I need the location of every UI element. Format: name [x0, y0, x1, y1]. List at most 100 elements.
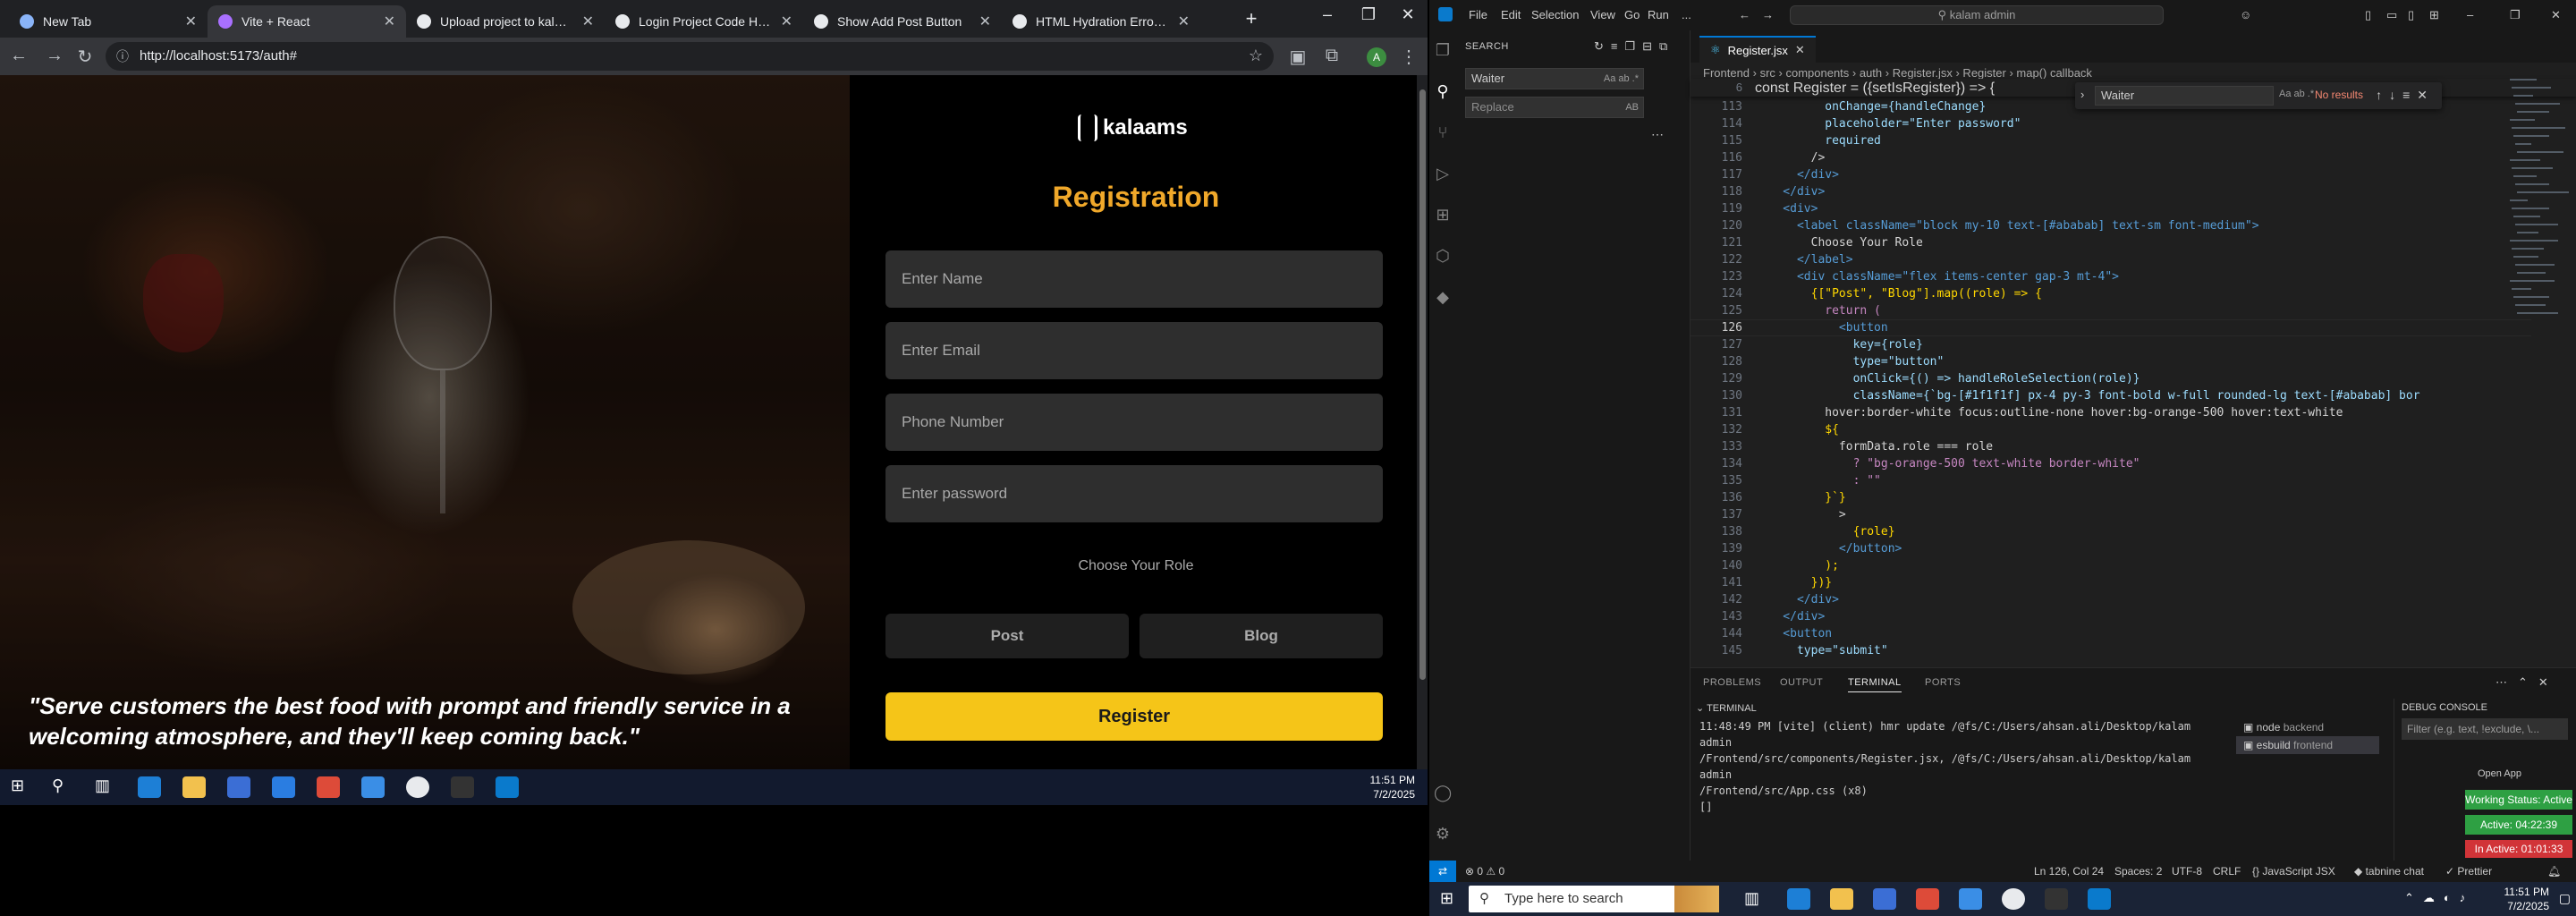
code-line[interactable]: {["Post", "Blog"].map((role) => { — [1755, 287, 2042, 301]
edge-icon[interactable] — [1787, 888, 1810, 910]
editor-tab-register-jsx[interactable]: ⚛ Register.jsx ✕ — [1699, 36, 1816, 63]
prettier-status[interactable]: ✓ Prettier — [2445, 865, 2492, 878]
windows-start-icon[interactable]: ⊞ — [11, 776, 34, 798]
close-icon[interactable]: ✕ — [781, 13, 792, 30]
nav-back-icon[interactable]: ← — [1739, 8, 1750, 21]
extension-icon[interactable]: ▣ — [1286, 46, 1309, 68]
source-control-icon[interactable]: ⑂ — [1434, 123, 1452, 141]
find-input[interactable]: Waiter — [2095, 86, 2274, 106]
code-line[interactable]: placeholder="Enter password" — [1755, 117, 2021, 131]
chatgpt-taskbar-icon[interactable] — [2002, 888, 2025, 910]
chevron-down-icon[interactable]: ⌄ — [1696, 703, 1707, 714]
encoding-status[interactable]: UTF-8 — [2172, 865, 2202, 878]
close-window-button[interactable]: ✕ — [2551, 8, 2561, 22]
find-nav-buttons[interactable]: ↑↓≡✕ — [2376, 88, 2435, 103]
notification-center-icon[interactable]: ▢ — [2559, 891, 2571, 906]
extensions-icon[interactable]: ⊞ — [1434, 206, 1452, 224]
close-icon[interactable]: ✕ — [979, 13, 991, 30]
code-line[interactable]: </div> — [1755, 610, 1825, 623]
phone-input[interactable]: Phone Number — [886, 394, 1383, 451]
tab-show-add-post[interactable]: Show Add Post Button ✕ — [803, 5, 1002, 38]
store-icon[interactable] — [1873, 888, 1896, 910]
search-icon[interactable]: ⚲ — [52, 776, 75, 798]
windows-start-icon[interactable]: ⊞ — [1440, 889, 1453, 908]
close-window-button[interactable]: ✕ — [1390, 5, 1426, 24]
run-debug-icon[interactable]: ▷ — [1434, 165, 1452, 182]
bookmark-star-icon[interactable]: ☆ — [1249, 47, 1263, 65]
close-icon[interactable]: ✕ — [1795, 43, 1805, 57]
email-input[interactable]: Enter Email — [886, 322, 1383, 379]
role-post-button[interactable]: Post — [886, 614, 1129, 658]
debug-filter-input[interactable]: Filter (e.g. text, !exclude, \... — [2402, 718, 2568, 740]
close-icon[interactable]: ✕ — [185, 13, 197, 30]
code-line[interactable]: <label className="block my-10 text-[#aba… — [1755, 219, 2259, 233]
remote-explorer-icon[interactable]: ⬡ — [1434, 247, 1452, 265]
code-line[interactable]: key={role} — [1755, 338, 1923, 352]
code-line[interactable]: ${ — [1755, 423, 1839, 437]
code-line[interactable]: required — [1755, 134, 1881, 148]
system-tray-icons[interactable]: ⌃☁◐♪ — [2404, 891, 2474, 905]
problems-status[interactable]: ⊗ 0 ⚠ 0 — [1465, 865, 1504, 878]
code-line[interactable]: /> — [1755, 151, 1826, 165]
more-menu-icon[interactable]: ⋮ — [1397, 46, 1420, 68]
working-status-badge[interactable]: Working Status: Active — [2465, 790, 2572, 810]
code-line[interactable]: ); — [1755, 559, 1839, 572]
tab-upload-project[interactable]: Upload project to kalams.org ✕ — [406, 5, 605, 38]
menu-more[interactable]: ... — [1682, 8, 1691, 21]
chrome-taskbar-icon[interactable] — [317, 776, 340, 798]
minimize-button[interactable]: – — [1309, 5, 1345, 24]
code-line[interactable]: hover:border-white focus:outline-none ho… — [1755, 406, 2343, 420]
code-line[interactable]: {role} — [1755, 525, 1895, 539]
code-line[interactable]: </label> — [1755, 253, 1853, 267]
menu-go[interactable]: Go — [1624, 8, 1640, 21]
language-mode[interactable]: {} JavaScript JSX — [2252, 865, 2335, 878]
task-view-icon[interactable]: ▥ — [1744, 889, 1759, 908]
tab-vite-react[interactable]: Vite + React ✕ — [208, 5, 406, 38]
nav-forward-icon[interactable]: → — [1762, 8, 1774, 21]
vscode-taskbar-icon[interactable] — [2088, 888, 2111, 910]
active-time-badge[interactable]: Active: 04:22:39 — [2465, 815, 2572, 835]
explorer-icon[interactable]: ❐ — [1434, 41, 1452, 59]
password-input[interactable]: Enter password — [886, 465, 1383, 522]
code-line[interactable]: type="button" — [1755, 355, 1945, 369]
menu-selection[interactable]: Selection — [1531, 8, 1579, 21]
code-line[interactable]: <button — [1755, 321, 1888, 335]
panel-tab-output[interactable]: OUTPUT — [1780, 677, 1823, 688]
eol-status[interactable]: CRLF — [2213, 865, 2241, 878]
code-line[interactable]: })} — [1755, 576, 1832, 589]
forward-icon[interactable]: → — [43, 46, 66, 66]
profile-avatar[interactable]: A — [1367, 47, 1386, 67]
code-line[interactable]: return ( — [1755, 304, 1881, 318]
terminal-taskbar-icon[interactable] — [2045, 888, 2068, 910]
account-icon[interactable]: ◯ — [1434, 784, 1452, 802]
code-line[interactable]: }`} — [1755, 491, 1845, 505]
code-line[interactable]: formData.role === role — [1755, 440, 1993, 454]
back-icon[interactable]: ← — [7, 46, 30, 66]
maximize-button[interactable]: ❐ — [1351, 5, 1386, 24]
copilot-icon[interactable]: ☺ — [2240, 8, 2251, 21]
tab-new-tab[interactable]: New Tab ✕ — [9, 5, 208, 38]
reload-icon[interactable]: ↻ — [73, 46, 97, 68]
code-line[interactable]: </div> — [1755, 593, 1839, 606]
toggle-panel-icon[interactable]: ▭ — [2386, 8, 2397, 22]
code-line[interactable]: <div> — [1755, 202, 1818, 216]
taskbar-clock[interactable]: 11:51 PM 7/2/2025 — [2504, 885, 2549, 913]
chatgpt-taskbar-icon[interactable] — [406, 776, 429, 798]
panel-tab-ports[interactable]: PORTS — [1925, 677, 1961, 688]
terminal-output[interactable]: 11:48:49 PM [vite] (client) hmr update /… — [1699, 718, 2227, 815]
app-taskbar-icon[interactable] — [1959, 888, 1982, 910]
command-center[interactable]: ⚲ kalam admin — [1790, 5, 2164, 25]
terminal-item-node[interactable]: ▣ node backend — [2236, 718, 2379, 736]
code-line[interactable]: : "" — [1755, 474, 1881, 488]
chrome-taskbar-icon[interactable] — [1916, 888, 1939, 910]
search-view-icon[interactable]: ⚲ — [1434, 82, 1452, 100]
site-info-icon[interactable]: ⓘ — [116, 47, 129, 65]
code-editor[interactable]: 113 onChange={handleChange} 114 placehold… — [1690, 97, 2531, 669]
vscode-taskbar-icon[interactable] — [496, 776, 519, 798]
minimize-button[interactable]: – — [2467, 8, 2473, 21]
code-line[interactable]: className={`bg-[#1f1f1f] px-4 py-3 font-… — [1755, 389, 2420, 403]
role-blog-button[interactable]: Blog — [1140, 614, 1383, 658]
search-actions-icons[interactable]: ↻≡❐⊟⧉ — [1594, 39, 1674, 54]
file-explorer-icon[interactable] — [182, 776, 206, 798]
tab-login-project[interactable]: Login Project Code Help ✕ — [605, 5, 803, 38]
